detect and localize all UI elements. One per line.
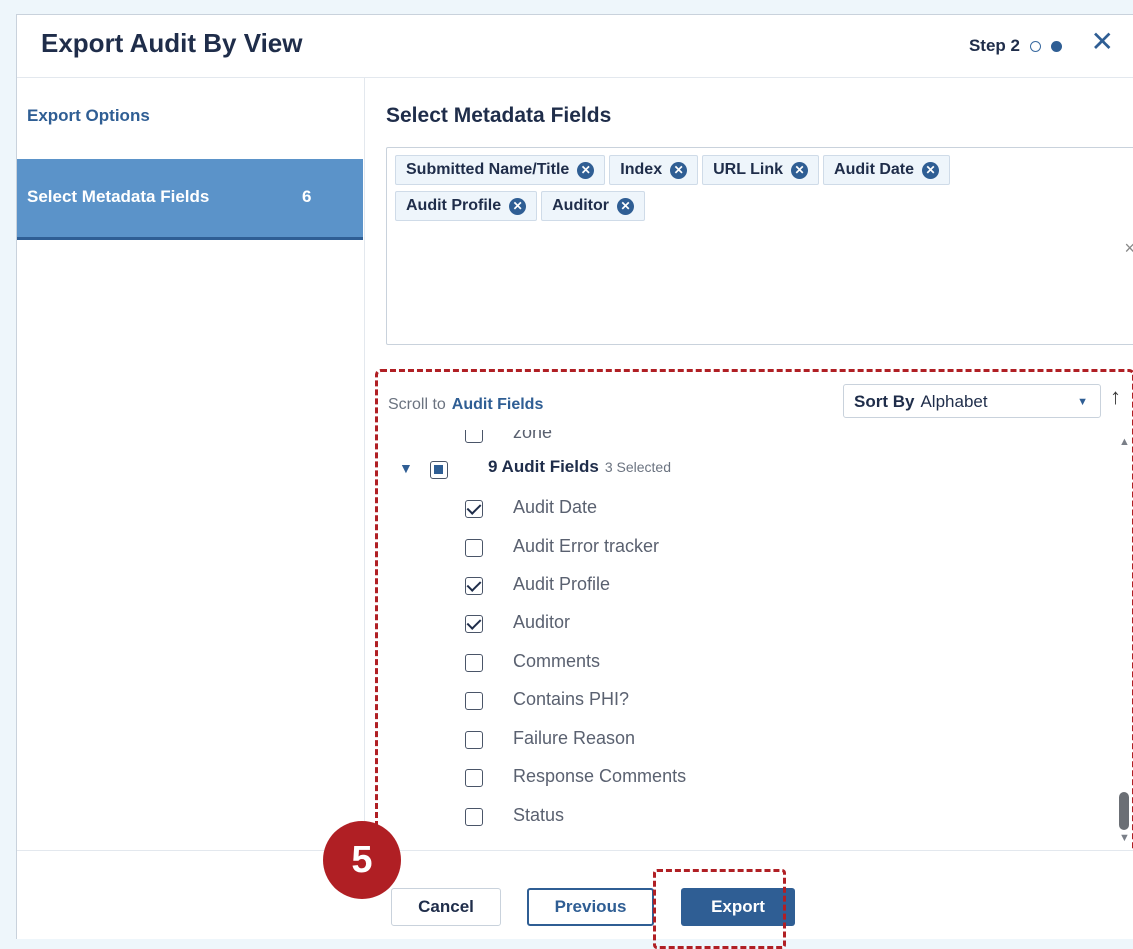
- sidebar-item-select-metadata-fields[interactable]: Select Metadata Fields 6: [17, 159, 363, 240]
- dialog-header: Export Audit By View Step 2 ✕: [17, 15, 1133, 78]
- scroll-to: Scroll to Audit Fields: [388, 396, 543, 414]
- checkbox[interactable]: [465, 692, 483, 710]
- field-label: Response Comments: [513, 766, 687, 786]
- tag-audit-profile: Audit Profile ✕: [395, 191, 538, 221]
- scroll-up-icon[interactable]: ▲: [1119, 436, 1130, 448]
- sidebar: Export Options Select Metadata Fields 6: [17, 78, 365, 851]
- field-label: Audit Profile: [513, 574, 611, 594]
- tag-url-link: URL Link ✕: [702, 155, 820, 185]
- step-badge: 5: [323, 821, 401, 899]
- list-item[interactable]: Audit Date: [378, 491, 1118, 527]
- tag-submitted-name: Submitted Name/Title ✕: [395, 155, 606, 185]
- checkbox[interactable]: [465, 539, 483, 557]
- selected-fields-box[interactable]: Submitted Name/Title ✕ Index ✕ URL Link ✕ A…: [386, 147, 1133, 345]
- sidebar-item-export-options[interactable]: Export Options: [17, 78, 364, 138]
- field-label: zone: [513, 430, 553, 442]
- checkbox[interactable]: [465, 654, 483, 672]
- checkbox[interactable]: [465, 430, 483, 443]
- list-item[interactable]: Auditor: [378, 606, 1118, 642]
- field-label: Audit Date: [513, 497, 598, 517]
- checkbox[interactable]: [465, 731, 483, 749]
- dialog-footer: Cancel Previous Export: [17, 850, 1133, 939]
- dialog-title: Export Audit By View: [41, 28, 303, 58]
- remove-tag-icon[interactable]: ✕: [616, 197, 634, 215]
- scrollbar-thumb[interactable]: [1119, 792, 1129, 830]
- vertical-scrollbar[interactable]: ▲ ▼: [1118, 436, 1132, 844]
- tag-label: Auditor: [552, 197, 609, 214]
- list-item[interactable]: Status: [378, 799, 1118, 835]
- group-checkbox[interactable]: [430, 461, 448, 479]
- remove-tag-icon[interactable]: ✕: [922, 161, 940, 179]
- sidebar-item-label: Select Metadata Fields: [27, 187, 210, 206]
- tag-label: Audit Date: [834, 161, 915, 178]
- cancel-button[interactable]: Cancel: [391, 888, 501, 926]
- field-label: Failure Reason: [513, 728, 636, 748]
- tag-label: Index: [620, 161, 663, 178]
- field-list-panel: Scroll to Audit Fields Sort By Alphabet ▼ …: [375, 369, 1133, 859]
- list-item[interactable]: Contains PHI?: [378, 683, 1118, 719]
- step-label: Step 2: [968, 36, 1020, 55]
- checkbox[interactable]: [465, 615, 483, 633]
- group-selected-count: 3 Selected: [604, 459, 671, 475]
- sidebar-item-label: Export Options: [27, 106, 150, 125]
- scroll-to-link[interactable]: Audit Fields: [452, 396, 544, 413]
- checkbox[interactable]: [465, 769, 483, 787]
- previous-button[interactable]: Previous: [527, 888, 654, 926]
- tag-label: Submitted Name/Title: [406, 161, 570, 178]
- sort-by-value: Alphabet: [920, 392, 988, 411]
- scroll-down-icon[interactable]: ▼: [1119, 832, 1130, 844]
- field-label: Status: [513, 805, 565, 825]
- list-item[interactable]: Failure Reason: [378, 722, 1118, 758]
- field-label: Comments: [513, 651, 601, 671]
- section-title: Select Metadata Fields: [386, 104, 612, 127]
- step-indicator: Step 2: [969, 36, 1062, 56]
- group-label: 9 Audit Fields 3 Selected: [488, 457, 671, 477]
- remove-tag-icon[interactable]: ✕: [670, 161, 688, 179]
- sort-by-label: Sort By: [854, 392, 915, 411]
- tag-auditor: Auditor ✕: [541, 191, 645, 221]
- checkbox[interactable]: [465, 808, 483, 826]
- field-rows: zone ▼ 9 Audit Fields 3 Selected Audit Da…: [378, 430, 1118, 850]
- sidebar-item-count: 6: [302, 187, 312, 206]
- clear-all-icon[interactable]: ×: [1124, 238, 1133, 259]
- list-item[interactable]: Comments: [378, 645, 1118, 681]
- tag-label: URL Link: [713, 161, 784, 178]
- checkbox[interactable]: [465, 500, 483, 518]
- field-label: Auditor: [513, 612, 571, 632]
- step-dot-2-icon: [1051, 40, 1062, 52]
- group-title: 9 Audit Fields: [488, 457, 599, 476]
- close-icon[interactable]: ✕: [1091, 28, 1114, 56]
- remove-tag-icon[interactable]: ✕: [509, 197, 527, 215]
- field-label: Audit Error tracker: [513, 536, 660, 556]
- checkbox[interactable]: [465, 577, 483, 595]
- list-item[interactable]: zone: [378, 430, 1118, 452]
- group-row[interactable]: ▼ 9 Audit Fields 3 Selected: [378, 452, 1118, 488]
- list-item[interactable]: Response Comments: [378, 760, 1118, 796]
- caret-down-icon: ▼: [1077, 396, 1088, 408]
- remove-tag-icon[interactable]: ✕: [577, 161, 595, 179]
- list-item[interactable]: Audit Error tracker: [378, 530, 1118, 566]
- sort-by-select[interactable]: Sort By Alphabet ▼: [843, 384, 1101, 418]
- export-highlight-annotation: [653, 869, 786, 949]
- sort-direction-icon[interactable]: ↑: [1110, 384, 1121, 410]
- scroll-to-label: Scroll to: [388, 396, 446, 413]
- remove-tag-icon[interactable]: ✕: [791, 161, 809, 179]
- export-dialog: Export Audit By View Step 2 ✕ Export Opt…: [16, 14, 1133, 939]
- tag-index: Index ✕: [609, 155, 699, 185]
- selected-tags: Submitted Name/Title ✕ Index ✕ URL Link ✕ A…: [395, 155, 1095, 221]
- list-item[interactable]: Audit Profile: [378, 568, 1118, 604]
- tag-label: Audit Profile: [406, 197, 502, 214]
- tag-audit-date: Audit Date ✕: [823, 155, 951, 185]
- main-panel: Select Metadata Fields Submitted Name/Ti…: [365, 78, 1133, 859]
- caret-down-icon[interactable]: ▼: [399, 460, 413, 476]
- step-dot-1-icon: [1030, 40, 1041, 52]
- field-label: Contains PHI?: [513, 689, 630, 709]
